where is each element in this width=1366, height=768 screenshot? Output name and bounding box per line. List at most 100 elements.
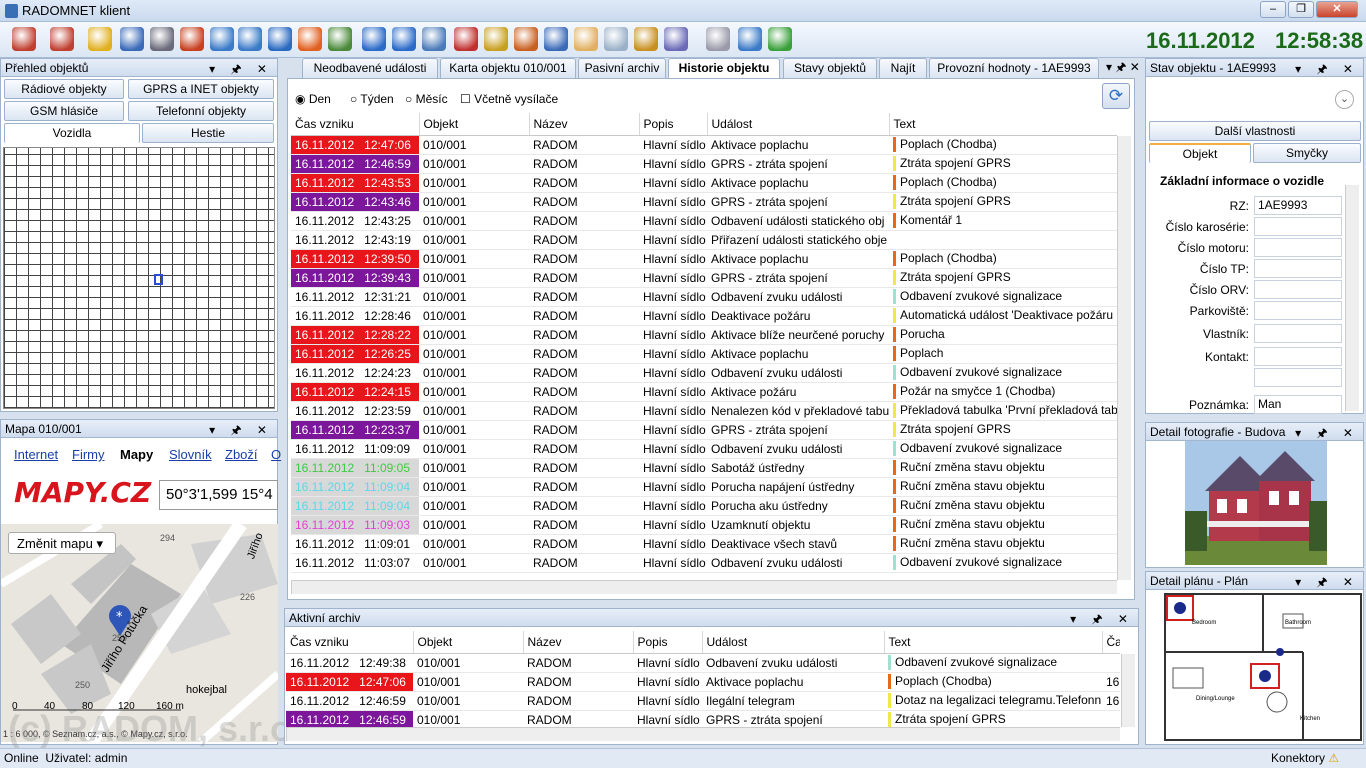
house-green-icon[interactable] [454, 27, 478, 51]
warning-icon[interactable] [88, 27, 112, 51]
field-value[interactable] [1254, 259, 1342, 278]
column-header[interactable]: Text [889, 113, 1117, 136]
table-row[interactable]: 16.11.2012 12:24:15 010/001 RADOM Hlavní síd… [291, 382, 1117, 402]
table-row[interactable]: 16.11.2012 12:23:59 010/001 RADOM Hlavní síd… [291, 401, 1117, 421]
table-row[interactable]: 16.11.2012 12:28:46 010/001 RADOM Hlavní síd… [291, 306, 1117, 326]
map-link-internet[interactable]: Internet [14, 447, 58, 462]
field-value[interactable]: Man [1254, 395, 1342, 414]
state-tab-loops[interactable]: Smyčky [1253, 143, 1361, 163]
car-icon[interactable] [544, 27, 568, 51]
column-header[interactable]: Objekt [413, 631, 524, 654]
table-row[interactable]: 16.11.2012 12:43:53 010/001 RADOM Hlavní síd… [291, 173, 1117, 193]
grid-selected-cell[interactable] [154, 274, 163, 285]
table-row[interactable]: 16.11.2012 11:09:04 010/001 RADOM Hlavní síd… [291, 477, 1117, 497]
table-row[interactable]: 16.11.2012 12:28:22 010/001 RADOM Hlavní síd… [291, 325, 1117, 345]
filter-day[interactable]: ◉ Den [295, 92, 331, 106]
table-row[interactable]: 16.11.2012 12:46:59 010/001 RADOM Hlavní síd… [286, 710, 1120, 727]
field-value[interactable]: 1AE9993 [1254, 196, 1342, 215]
phone-icon[interactable] [634, 27, 658, 51]
calendar-icon[interactable] [210, 27, 234, 51]
table-row[interactable]: 16.11.2012 12:47:06 010/001 RADOM Hlavní síd… [286, 672, 1120, 692]
nav-vehicles[interactable]: Vozidla [4, 123, 140, 143]
search-icon[interactable] [484, 27, 508, 51]
expand-icon[interactable]: ⌄ [1335, 90, 1354, 109]
globe-icon[interactable] [362, 27, 386, 51]
info-icon[interactable] [268, 27, 292, 51]
map-link-firmy[interactable]: Firmy [72, 447, 105, 462]
nav-radio-objects[interactable]: Rádiové objekty [4, 79, 124, 99]
maximize-button[interactable]: ❐ [1288, 1, 1314, 18]
book-blue-icon[interactable] [120, 27, 144, 51]
table-row[interactable]: 16.11.2012 12:43:19 010/001 RADOM Hlavní síd… [291, 230, 1117, 250]
globe-net-icon[interactable] [392, 27, 416, 51]
map-link-zbozi[interactable]: Zboží [225, 447, 258, 462]
settings-doc-icon[interactable] [738, 27, 762, 51]
field-value[interactable] [1254, 347, 1342, 366]
change-map-button[interactable]: Změnit mapu ▾ [8, 532, 116, 554]
book-grey-icon[interactable] [150, 27, 174, 51]
map-link-mapy[interactable]: Mapy [120, 447, 153, 462]
column-header[interactable]: Čas vzniku [291, 113, 420, 136]
monitor-icon[interactable] [422, 27, 446, 51]
table-row[interactable]: 16.11.2012 11:09:09 010/001 RADOM Hlavní síd… [291, 439, 1117, 459]
refresh-icon[interactable]: ⟳ [1102, 83, 1130, 109]
history-hscroll[interactable] [291, 580, 1117, 594]
nav-hestie[interactable]: Hestie [142, 123, 274, 143]
table-row[interactable]: 16.11.2012 11:09:03 010/001 RADOM Hlavní síd… [291, 515, 1117, 535]
tab-2[interactable]: Pasivní archiv [578, 58, 666, 78]
map-coords-input[interactable]: 50°3'1,599 15°4 [159, 480, 278, 510]
column-header[interactable]: Popis [633, 631, 703, 654]
table-row[interactable]: 16.11.2012 12:49:38 010/001 RADOM Hlavní síd… [286, 653, 1120, 673]
table-row[interactable]: 16.11.2012 12:24:23 010/001 RADOM Hlavní síd… [291, 363, 1117, 383]
include-transmitter-checkbox[interactable]: ☐ Včetně vysílače [460, 92, 558, 106]
table-row[interactable]: 16.11.2012 12:39:50 010/001 RADOM Hlavní síd… [291, 249, 1117, 269]
table-row[interactable]: 16.11.2012 12:47:06 010/001 RADOM Hlavní síd… [291, 135, 1117, 155]
table-row[interactable]: 16.11.2012 12:46:59 010/001 RADOM Hlavní síd… [291, 154, 1117, 174]
panel-controls[interactable]: ▾ 🖈 ✕ [1295, 573, 1359, 594]
floor-plan[interactable] [1163, 592, 1363, 742]
column-header[interactable]: Událost [707, 113, 890, 136]
download-icon[interactable] [298, 27, 322, 51]
more-properties-button[interactable]: Další vlastnosti [1149, 121, 1361, 141]
panel-controls[interactable]: ▾ 🖈 ✕ [209, 60, 273, 81]
column-header[interactable]: Název [523, 631, 634, 654]
table-row[interactable]: 16.11.2012 12:46:59 010/001 RADOM Hlavní síd… [286, 691, 1120, 711]
state-vscroll[interactable] [1345, 185, 1359, 411]
table-row[interactable]: 16.11.2012 12:26:25 010/001 RADOM Hlavní síd… [291, 344, 1117, 364]
nav-gsm-objects[interactable]: GSM hlásiče [4, 101, 124, 121]
table-row[interactable]: 16.11.2012 11:09:04 010/001 RADOM Hlavní síd… [291, 496, 1117, 516]
tab-list-icon[interactable]: ▾ 🖈 ✕ [1106, 58, 1140, 79]
nav-phone-objects[interactable]: Telefonní objekty [128, 101, 274, 121]
column-header[interactable]: Událost [702, 631, 885, 654]
mail-icon[interactable] [574, 27, 598, 51]
table-row[interactable]: 16.11.2012 12:43:25 010/001 RADOM Hlavní síd… [291, 211, 1117, 231]
field-value[interactable] [1254, 238, 1342, 257]
history-vscroll[interactable] [1117, 136, 1131, 580]
mail-stack-icon[interactable] [604, 27, 628, 51]
filter-month[interactable]: ○ Měsíc [405, 92, 448, 106]
column-header[interactable]: Čas vzniku [286, 631, 414, 654]
table-row[interactable]: 16.11.2012 12:39:43 010/001 RADOM Hlavní síd… [291, 268, 1117, 288]
column-header[interactable]: Popis [639, 113, 708, 136]
panel-controls[interactable]: ▾ 🖈 ✕ [1295, 60, 1359, 81]
tab-5[interactable]: Najít [879, 58, 927, 78]
field-value[interactable] [1254, 217, 1342, 236]
close-button[interactable]: ✕ [1316, 1, 1358, 18]
nav-gprs-objects[interactable]: GPRS a INET objekty [128, 79, 274, 99]
field-value[interactable] [1254, 280, 1342, 299]
tab-1[interactable]: Karta objektu 010/001 [440, 58, 576, 78]
column-header[interactable]: Název [529, 113, 640, 136]
filter-week[interactable]: ○ Týden [350, 92, 394, 106]
tab-3[interactable]: Historie objektu [668, 58, 780, 79]
table-row[interactable]: 16.11.2012 12:43:46 010/001 RADOM Hlavní síd… [291, 192, 1117, 212]
minimize-button[interactable]: – [1260, 1, 1286, 18]
edit-icon[interactable] [328, 27, 352, 51]
archive-vscroll[interactable] [1121, 654, 1135, 727]
column-header[interactable]: Objekt [419, 113, 530, 136]
field-value[interactable] [1254, 301, 1342, 320]
table-row[interactable]: 16.11.2012 12:31:21 010/001 RADOM Hlavní síd… [291, 287, 1117, 307]
table-row[interactable]: 16.11.2012 11:09:01 010/001 RADOM Hlavní síd… [291, 534, 1117, 554]
state-tab-object[interactable]: Objekt [1149, 143, 1251, 163]
table-row[interactable]: 16.11.2012 11:03:07 010/001 RADOM Hlavní síd… [291, 553, 1117, 573]
field-value[interactable] [1254, 368, 1342, 387]
